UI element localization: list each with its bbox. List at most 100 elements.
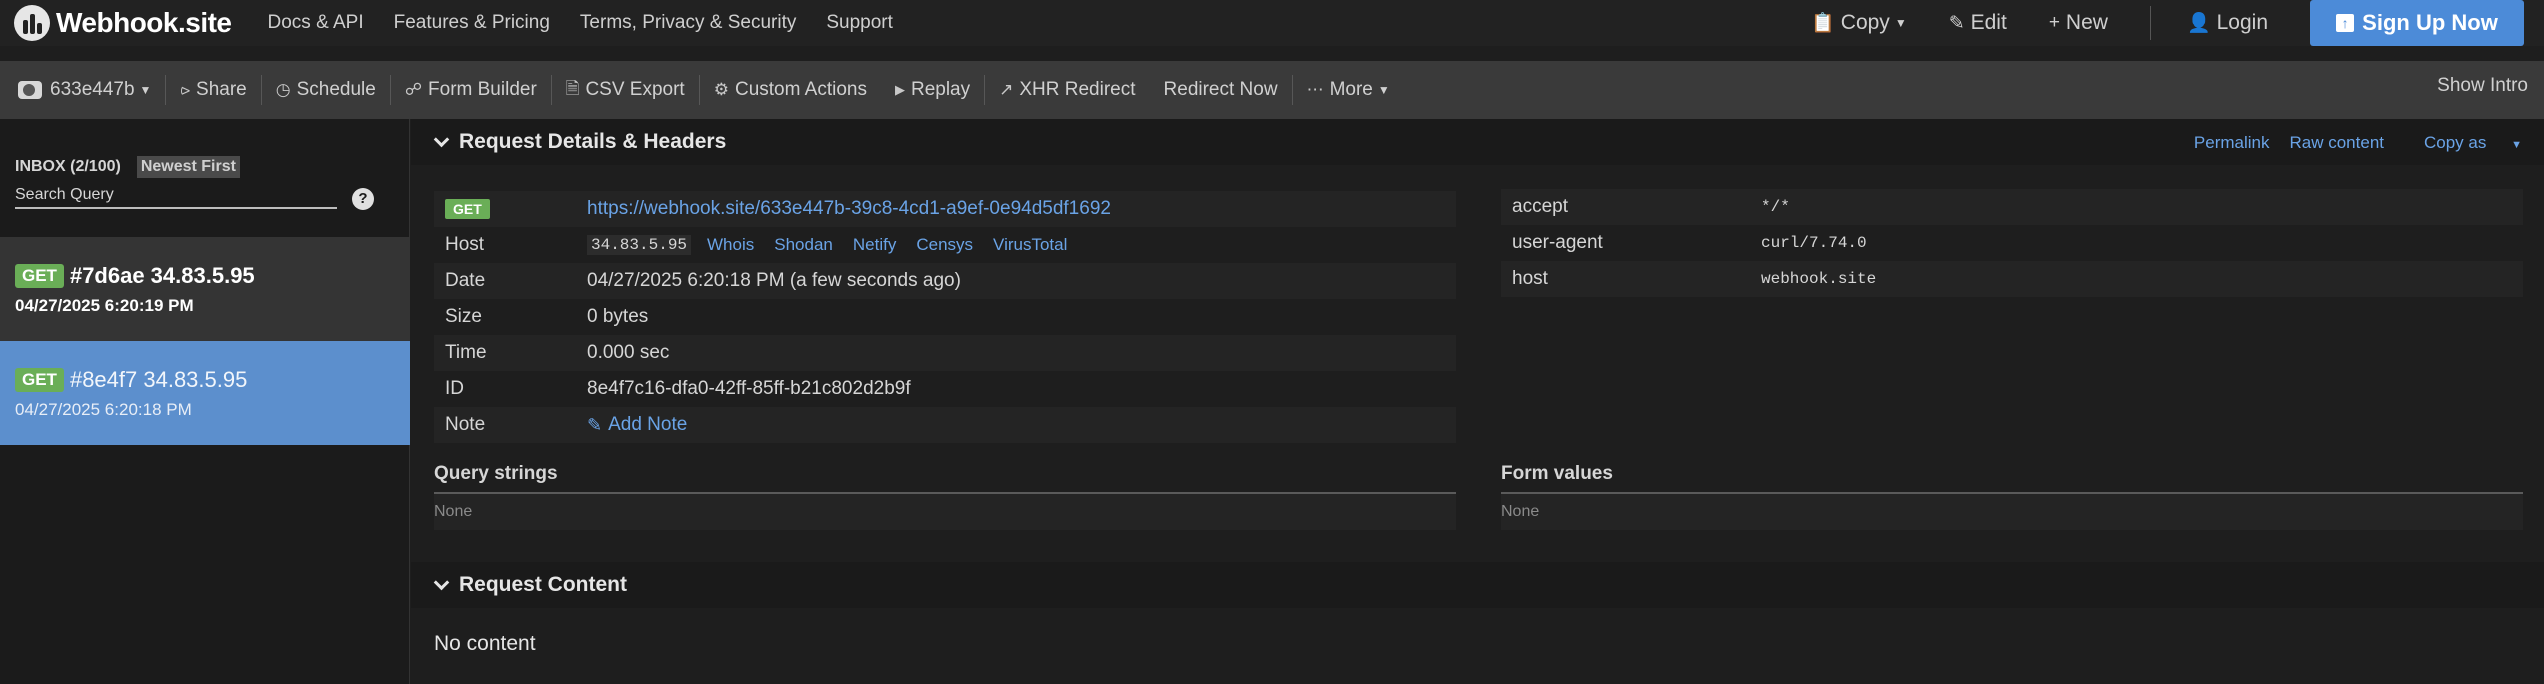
custom-actions-button[interactable]: ⚙ Custom Actions bbox=[700, 75, 881, 105]
request-summary: GET #7d6ae 34.83.5.95 bbox=[15, 263, 255, 289]
toolbar: 633e447b ▼ ⪧ Share ◷ Schedule ☍ Form Bui… bbox=[0, 61, 2544, 119]
gear-icon: ⚙ bbox=[713, 80, 729, 99]
top-navbar: Webhook.site Docs & API Features & Prici… bbox=[0, 0, 2544, 46]
form-values-body: None bbox=[1501, 494, 2523, 530]
censys-link[interactable]: Censys bbox=[916, 235, 973, 255]
nav-link-features[interactable]: Features & Pricing bbox=[394, 12, 550, 34]
virustotal-link[interactable]: VirusTotal bbox=[993, 235, 1067, 255]
schedule-button[interactable]: ◷ Schedule bbox=[262, 75, 390, 105]
edit-button[interactable]: ✎ Edit bbox=[1949, 11, 2007, 35]
method-badge: GET bbox=[15, 264, 64, 288]
host-lookup-links: Whois Shodan Netify Censys VirusTotal bbox=[707, 235, 1087, 255]
form-builder-label: Form Builder bbox=[428, 79, 537, 100]
form-icon: ☍ bbox=[404, 80, 423, 99]
search-input[interactable] bbox=[15, 186, 337, 209]
xhr-redirect-button[interactable]: ↗ XHR Redirect bbox=[985, 75, 1149, 105]
inbox-count: INBOX (2/100) bbox=[15, 158, 121, 175]
host-label: Host bbox=[445, 234, 485, 255]
details-section-header[interactable]: Request Details & Headers Permalink Raw … bbox=[411, 119, 2544, 165]
brand-name: Webhook.site bbox=[56, 7, 232, 38]
signup-button[interactable]: ↑ Sign Up Now bbox=[2310, 0, 2524, 46]
token-selector[interactable]: 633e447b ▼ bbox=[0, 75, 165, 105]
play-icon: ▶ bbox=[894, 82, 905, 97]
request-headers-table: accept */* user-agent curl/7.74.0 host w… bbox=[1501, 189, 2523, 297]
detail-row-host: Host 34.83.5.95 Whois Shodan Netify Cens… bbox=[434, 227, 1456, 263]
sort-toggle[interactable]: Newest First bbox=[136, 156, 240, 178]
signup-label: Sign Up Now bbox=[2362, 10, 2498, 35]
query-strings-value: None bbox=[434, 503, 473, 520]
header-key: accept bbox=[1512, 196, 1568, 217]
date-value: 04/27/2025 6:20:18 PM (a few seconds ago… bbox=[587, 270, 961, 291]
ellipsis-icon: ⋯ bbox=[1306, 80, 1324, 99]
content-section-title: Request Content bbox=[433, 573, 627, 597]
more-label: More bbox=[1329, 79, 1373, 100]
edit-icon: ✎ bbox=[1948, 12, 1965, 34]
redirect-now-label: Redirect Now bbox=[1163, 79, 1278, 100]
new-button[interactable]: + New bbox=[2049, 11, 2108, 35]
request-time: 04/27/2025 6:20:19 PM bbox=[15, 296, 194, 315]
netify-link[interactable]: Netify bbox=[853, 235, 896, 255]
request-title: #7d6ae 34.83.5.95 bbox=[69, 263, 255, 288]
details-title-text: Request Details & Headers bbox=[459, 130, 727, 153]
detail-row-id: ID 8e4f7c16-dfa0-42ff-85ff-b21c802d2b9f bbox=[434, 371, 1456, 407]
chevron-down-icon bbox=[433, 574, 450, 590]
permalink-link[interactable]: Permalink bbox=[2194, 133, 2270, 153]
detail-row-date: Date 04/27/2025 6:20:18 PM (a few second… bbox=[434, 263, 1456, 299]
share-button[interactable]: ⪧ Share bbox=[166, 75, 260, 105]
chevron-down-icon: ▼ bbox=[1894, 16, 1907, 30]
login-button[interactable]: 👤 Login bbox=[2187, 11, 2268, 35]
request-list-item-selected[interactable]: GET #8e4f7 34.83.5.95 04/27/2025 6:20:18… bbox=[0, 341, 410, 445]
copy-label: Copy bbox=[1840, 11, 1890, 34]
header-key: host bbox=[1512, 268, 1548, 289]
header-value: */* bbox=[1761, 198, 1790, 216]
size-value: 0 bytes bbox=[587, 306, 649, 327]
nav-link-terms[interactable]: Terms, Privacy & Security bbox=[580, 12, 796, 34]
shodan-link[interactable]: Shodan bbox=[774, 235, 833, 255]
csv-export-button[interactable]: 🗎 CSV Export bbox=[552, 75, 699, 105]
size-label: Size bbox=[445, 306, 482, 327]
file-icon: 🗎 bbox=[565, 78, 580, 98]
new-label: New bbox=[2065, 11, 2108, 34]
clock-icon: ◷ bbox=[275, 80, 291, 99]
request-list-item[interactable]: GET #7d6ae 34.83.5.95 04/27/2025 6:20:19… bbox=[0, 237, 410, 341]
host-value-cell: 34.83.5.95 Whois Shodan Netify Censys Vi… bbox=[587, 235, 1087, 255]
chevron-down-icon bbox=[433, 131, 450, 147]
request-summary: GET #8e4f7 34.83.5.95 bbox=[15, 367, 247, 393]
share-icon: ⪧ bbox=[180, 80, 191, 99]
raw-content-link[interactable]: Raw content bbox=[2290, 133, 2385, 153]
content-section-header[interactable]: Request Content bbox=[411, 562, 2544, 608]
token-label: 633e447b bbox=[50, 79, 135, 100]
show-intro-link[interactable]: Show Intro bbox=[2437, 75, 2528, 97]
webhook-logo-icon bbox=[14, 5, 50, 41]
header-value: curl/7.74.0 bbox=[1761, 234, 1867, 252]
request-content-body: No content bbox=[434, 632, 536, 655]
form-builder-button[interactable]: ☍ Form Builder bbox=[391, 75, 551, 105]
more-menu-button[interactable]: ⋯ More ▼ bbox=[1293, 75, 1404, 105]
brand-logo[interactable]: Webhook.site bbox=[14, 5, 232, 41]
xhr-redirect-label: XHR Redirect bbox=[1019, 79, 1136, 100]
content-title-text: Request Content bbox=[459, 573, 627, 596]
whois-link[interactable]: Whois bbox=[707, 235, 754, 255]
detail-row-url: GET https://webhook.site/633e447b-39c8-4… bbox=[434, 191, 1456, 227]
nav-divider bbox=[2149, 6, 2151, 40]
note-label: Note bbox=[445, 414, 486, 435]
help-icon[interactable]: ? bbox=[352, 188, 374, 210]
add-note-button[interactable]: ✎ Add Note bbox=[587, 414, 687, 436]
request-title: #8e4f7 34.83.5.95 bbox=[69, 367, 248, 392]
redirect-now-button[interactable]: Redirect Now bbox=[1150, 75, 1292, 105]
nav-link-support[interactable]: Support bbox=[826, 12, 893, 34]
form-values-value: None bbox=[1501, 503, 1540, 520]
nav-links: Docs & API Features & Pricing Terms, Pri… bbox=[268, 12, 923, 34]
copy-as-dropdown[interactable]: Copy as ▼ bbox=[2404, 133, 2522, 153]
header-row: user-agent curl/7.74.0 bbox=[1501, 225, 2523, 261]
redirect-icon: ↗ bbox=[999, 80, 1014, 99]
chevron-down-icon: ▼ bbox=[2511, 139, 2522, 151]
detail-row-time: Time 0.000 sec bbox=[434, 335, 1456, 371]
schedule-label: Schedule bbox=[296, 79, 376, 100]
detail-row-size: Size 0 bytes bbox=[434, 299, 1456, 335]
request-url-link[interactable]: https://webhook.site/633e447b-39c8-4cd1-… bbox=[587, 198, 1111, 220]
copy-menu-button[interactable]: 📋 Copy ▼ bbox=[1811, 11, 1907, 35]
nav-link-docs[interactable]: Docs & API bbox=[268, 12, 364, 34]
id-value: 8e4f7c16-dfa0-42ff-85ff-b21c802d2b9f bbox=[587, 378, 911, 399]
replay-button[interactable]: ▶ Replay bbox=[881, 75, 984, 105]
